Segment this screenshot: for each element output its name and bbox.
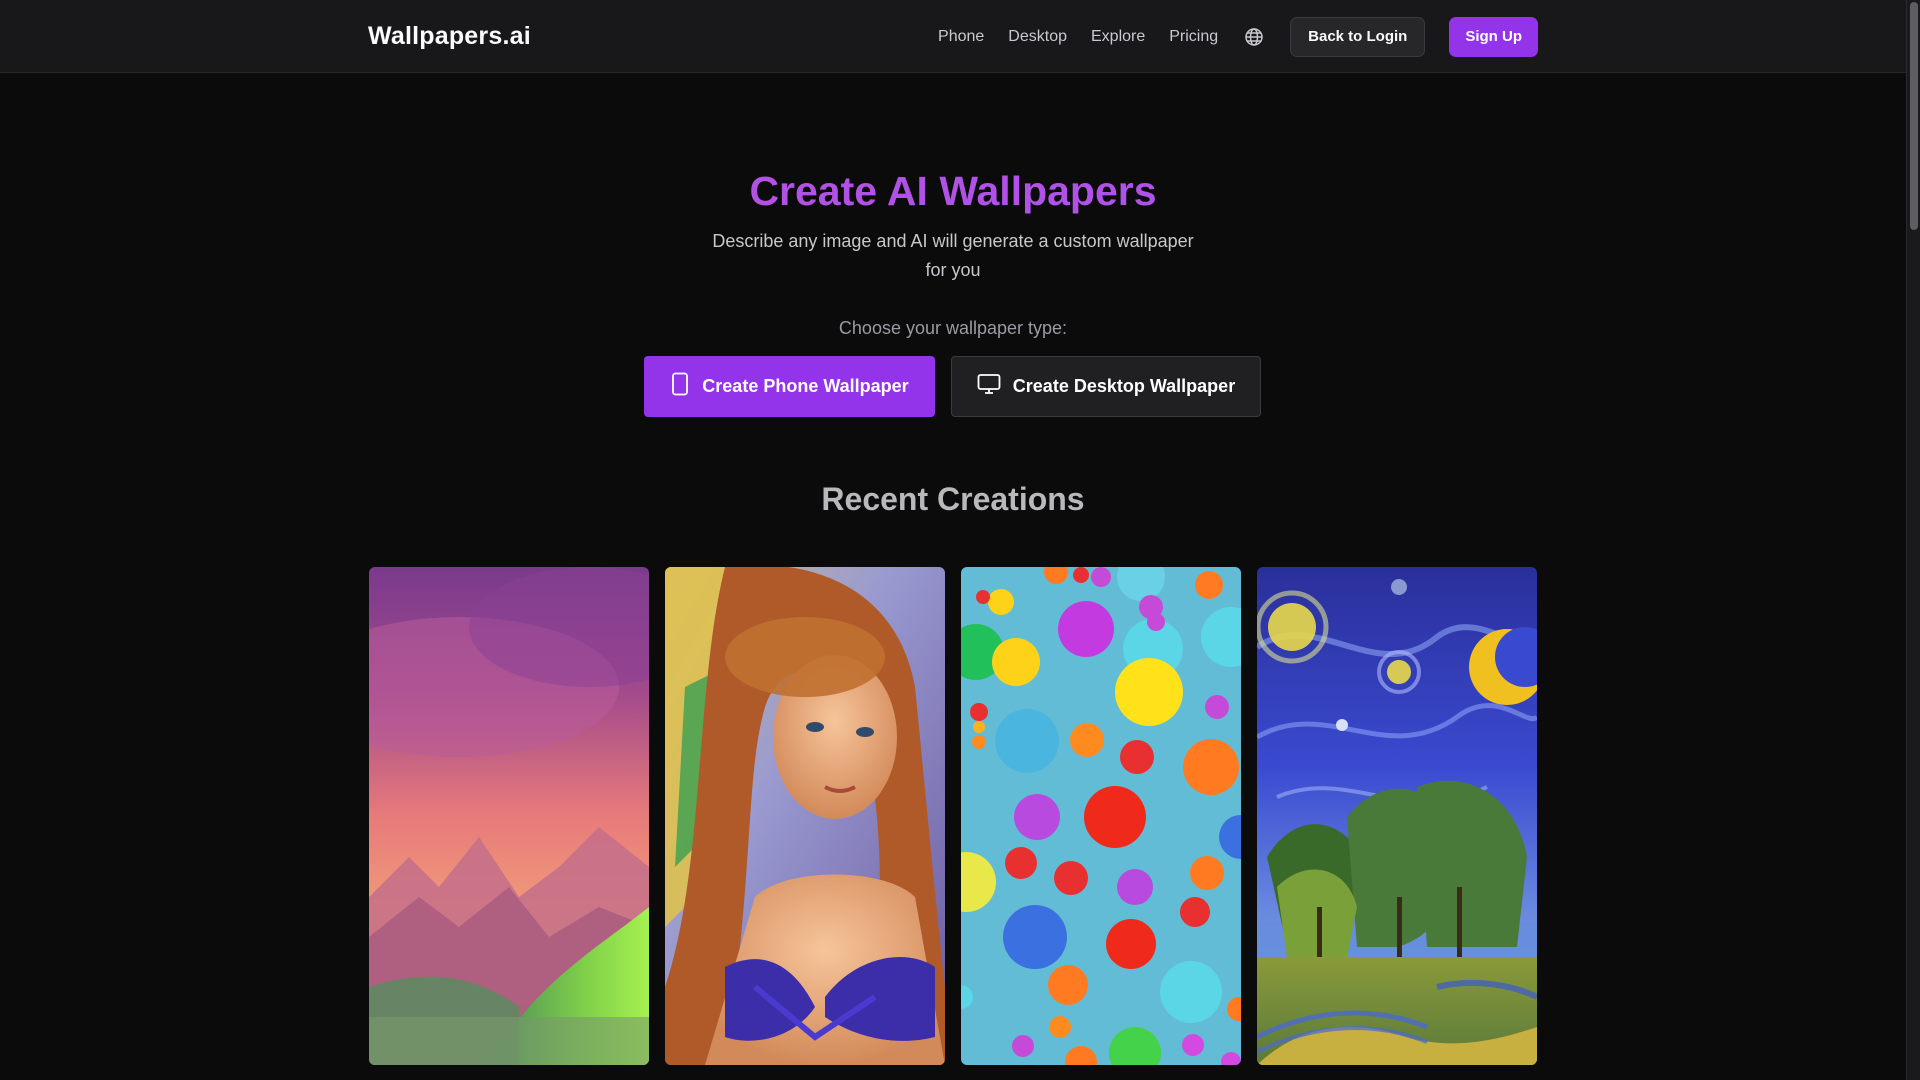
create-desktop-wallpaper-label: Create Desktop Wallpaper — [1012, 376, 1236, 396]
back-to-login-button[interactable]: Back to Login — [1290, 16, 1426, 57]
starry-night-landscape-image — [1257, 567, 1537, 1065]
create-phone-wallpaper-button[interactable]: Create Phone Wallpaper — [644, 356, 935, 417]
sign-up-button[interactable]: Sign Up — [1449, 16, 1538, 57]
create-desktop-wallpaper-button[interactable]: Create Desktop Wallpaper — [951, 356, 1261, 417]
phone-icon — [670, 372, 690, 401]
portrait-illustration-image — [665, 567, 945, 1065]
nav-link-explore[interactable]: Explore — [1091, 28, 1145, 46]
create-phone-wallpaper-label: Create Phone Wallpaper — [702, 376, 909, 396]
wallpaper-card-portrait[interactable] — [665, 567, 945, 1065]
recent-creations-heading: Recent Creations — [821, 481, 1085, 517]
wallpaper-card-starry-night[interactable] — [1257, 567, 1537, 1065]
monitor-icon — [977, 373, 1001, 400]
top-navbar: Wallpapers.ai Phone Desktop Explore Pric… — [0, 0, 1906, 73]
recent-creations-gallery — [369, 567, 1537, 1065]
scrollbar-thumb[interactable] — [1910, 2, 1918, 230]
colorful-bubbles-image — [961, 567, 1241, 1065]
mountain-landscape-image — [369, 567, 649, 1065]
navbar-inner: Wallpapers.ai Phone Desktop Explore Pric… — [368, 0, 1538, 73]
nav-link-pricing[interactable]: Pricing — [1169, 28, 1218, 46]
page: Wallpapers.ai Phone Desktop Explore Pric… — [0, 0, 1920, 1080]
nav-link-desktop[interactable]: Desktop — [1008, 28, 1067, 46]
wallpaper-card-bubbles[interactable] — [961, 567, 1241, 1065]
wallpaper-card-mountains[interactable] — [369, 567, 649, 1065]
site-logo[interactable]: Wallpapers.ai — [368, 22, 531, 51]
nav-link-phone[interactable]: Phone — [938, 28, 984, 46]
hero-subtitle: Describe any image and AI will generate … — [712, 231, 1194, 280]
nav-menu: Phone Desktop Explore Pricing Back to Lo… — [938, 16, 1538, 57]
hero-title: Create AI Wallpapers — [0, 168, 1906, 215]
page-scrollbar[interactable] — [1906, 0, 1920, 1080]
globe-icon[interactable] — [1244, 27, 1264, 47]
choose-type-label: Choose your wallpaper type: — [838, 318, 1068, 338]
